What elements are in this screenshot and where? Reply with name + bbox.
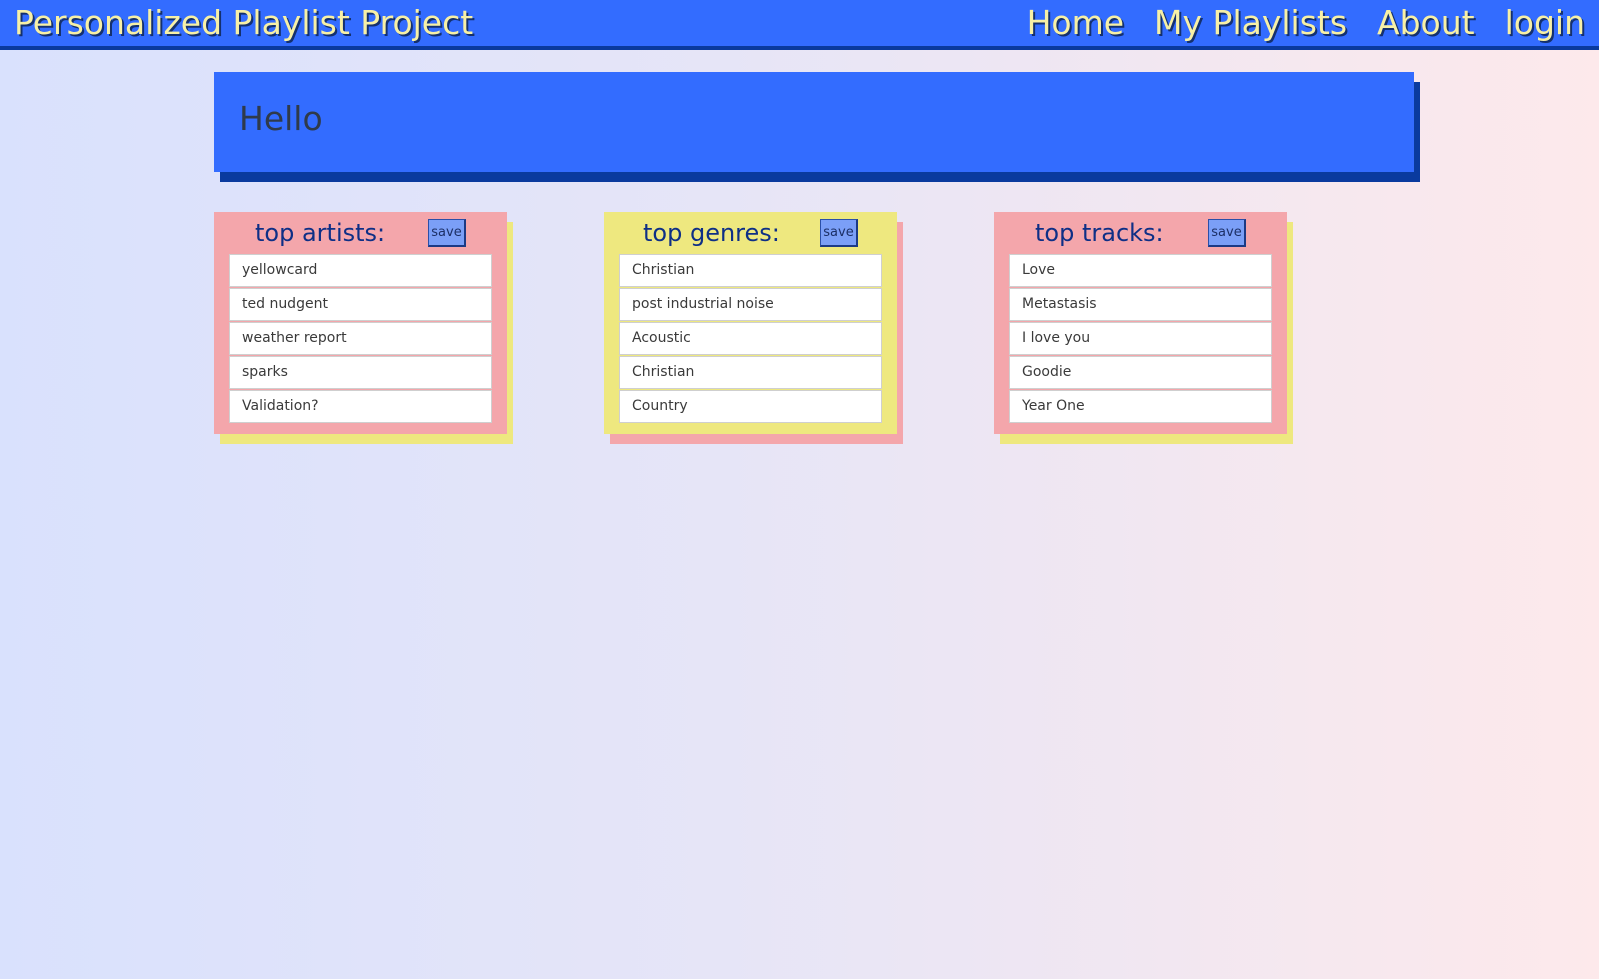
- list-item[interactable]: Metastasis: [1009, 288, 1272, 321]
- top-artists-card: top artists: save yellowcard ted nudgent…: [214, 212, 513, 444]
- save-artists-button[interactable]: save: [428, 219, 466, 247]
- list-item[interactable]: post industrial noise: [619, 288, 882, 321]
- top-genres-card: top genres: save Christian post industri…: [604, 212, 903, 444]
- list-item[interactable]: Christian: [619, 356, 882, 389]
- list-item[interactable]: I love you: [1009, 322, 1272, 355]
- card-title: top genres:: [643, 219, 780, 247]
- artists-list: yellowcard ted nudgent weather report sp…: [229, 254, 492, 424]
- hero-banner: Hello: [214, 72, 1414, 172]
- card-body: top tracks: save Love Metastasis I love …: [994, 212, 1287, 434]
- save-tracks-button[interactable]: save: [1208, 219, 1246, 247]
- list-item[interactable]: Goodie: [1009, 356, 1272, 389]
- card-title: top artists:: [255, 219, 386, 247]
- card-title: top tracks:: [1035, 219, 1164, 247]
- list-item[interactable]: Country: [619, 390, 882, 423]
- card-body: top genres: save Christian post industri…: [604, 212, 897, 434]
- list-item[interactable]: Year One: [1009, 390, 1272, 423]
- nav-link-login[interactable]: login: [1505, 2, 1585, 44]
- list-item[interactable]: ted nudgent: [229, 288, 492, 321]
- save-genres-button[interactable]: save: [820, 219, 858, 247]
- list-item[interactable]: Acoustic: [619, 322, 882, 355]
- nav-link-home[interactable]: Home: [1027, 2, 1124, 44]
- list-item[interactable]: Christian: [619, 254, 882, 287]
- top-navbar: Personalized Playlist Project Home My Pl…: [0, 0, 1599, 50]
- list-item[interactable]: Love: [1009, 254, 1272, 287]
- list-item[interactable]: yellowcard: [229, 254, 492, 287]
- list-item[interactable]: Validation?: [229, 390, 492, 423]
- site-brand[interactable]: Personalized Playlist Project: [14, 2, 473, 44]
- list-item[interactable]: weather report: [229, 322, 492, 355]
- card-body: top artists: save yellowcard ted nudgent…: [214, 212, 507, 434]
- nav-link-my-playlists[interactable]: My Playlists: [1154, 2, 1347, 44]
- nav-links: Home My Playlists About login: [1027, 2, 1585, 44]
- list-item[interactable]: sparks: [229, 356, 492, 389]
- tracks-list: Love Metastasis I love you Goodie Year O…: [1009, 254, 1272, 424]
- greeting-heading: Hello: [239, 99, 323, 138]
- genres-list: Christian post industrial noise Acoustic…: [619, 254, 882, 424]
- nav-link-about[interactable]: About: [1377, 2, 1475, 44]
- top-tracks-card: top tracks: save Love Metastasis I love …: [994, 212, 1293, 444]
